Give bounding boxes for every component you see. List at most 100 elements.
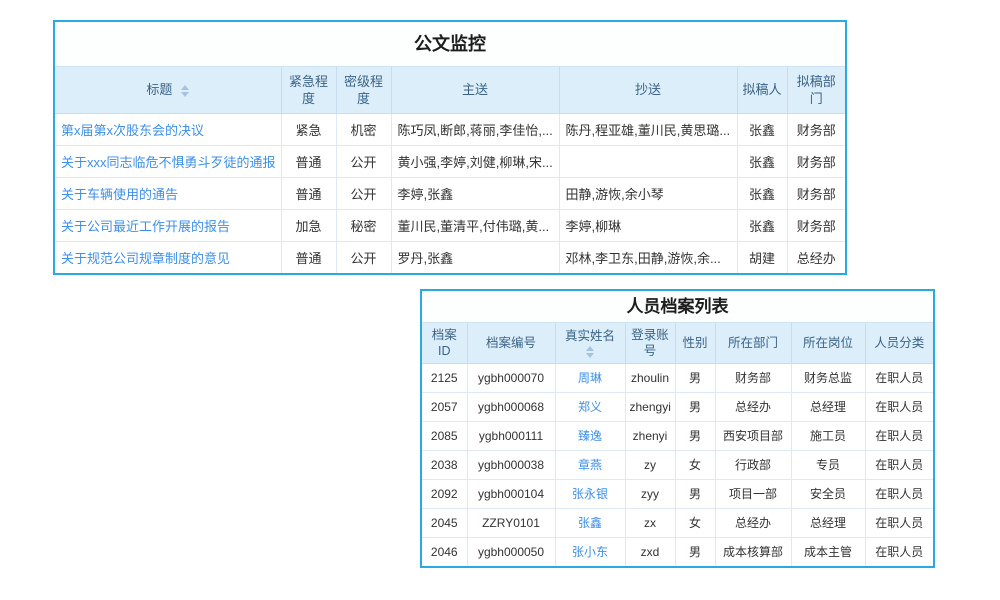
urgency-cell: 普通: [281, 145, 336, 177]
col-header-main-to: 主送: [391, 67, 559, 113]
drafter-cell: 张鑫: [737, 113, 787, 145]
post-cell: 总经理: [791, 392, 865, 421]
table-row: 关于车辆使用的通告 普通 公开 李婷,张鑫 田静,游恢,余小琴 张鑫 财务部: [55, 177, 845, 209]
name-cell: 张鑫: [555, 508, 625, 537]
col-header-draft-dept: 拟稿部门: [787, 67, 845, 113]
draft-dept-cell: 财务部: [787, 113, 845, 145]
secrecy-cell: 公开: [336, 177, 391, 209]
category-cell: 在职人员: [865, 479, 933, 508]
person-name-link[interactable]: 臻逸: [578, 429, 602, 443]
account-cell: zhenyi: [625, 421, 675, 450]
draft-dept-cell: 财务部: [787, 177, 845, 209]
col-header-post: 所在岗位: [791, 323, 865, 363]
sort-icon[interactable]: [181, 85, 189, 97]
category-cell: 在职人员: [865, 450, 933, 479]
main-to-cell: 董川民,董清平,付伟璐,黄...: [391, 209, 559, 241]
secrecy-cell: 公开: [336, 145, 391, 177]
dept-cell: 西安项目部: [715, 421, 791, 450]
doc-title-link[interactable]: 关于公司最近工作开展的报告: [61, 219, 230, 234]
account-cell: zx: [625, 508, 675, 537]
col-header-archive-id: 档案ID: [422, 323, 467, 363]
col-header-cc: 抄送: [559, 67, 737, 113]
person-name-link[interactable]: 章燕: [578, 458, 602, 472]
gender-cell: 女: [675, 450, 715, 479]
sort-icon[interactable]: [560, 346, 621, 358]
person-name-link[interactable]: 张鑫: [578, 516, 602, 530]
col-header-secrecy: 密级程度: [336, 67, 391, 113]
table-row: 2092 ygbh000104 张永银 zyy 男 项目一部 安全员 在职人员: [422, 479, 933, 508]
col-header-title[interactable]: 标题: [55, 67, 281, 113]
name-cell: 张永银: [555, 479, 625, 508]
col-header-drafter: 拟稿人: [737, 67, 787, 113]
doc-title-cell: 第x届第x次股东会的决议: [55, 113, 281, 145]
main-to-cell: 黄小强,李婷,刘健,柳琳,宋...: [391, 145, 559, 177]
category-cell: 在职人员: [865, 363, 933, 392]
doc-title-link[interactable]: 关于车辆使用的通告: [61, 187, 178, 202]
account-cell: zxd: [625, 537, 675, 566]
person-name-link[interactable]: 周琳: [578, 371, 602, 385]
table-row: 2057 ygbh000068 郑义 zhengyi 男 总经办 总经理 在职人…: [422, 392, 933, 421]
urgency-cell: 紧急: [281, 113, 336, 145]
col-header-real-name[interactable]: 真实姓名: [555, 323, 625, 363]
doc-title-link[interactable]: 关于规范公司规章制度的意见: [61, 251, 230, 266]
dept-cell: 财务部: [715, 363, 791, 392]
archive-id-cell: 2085: [422, 421, 467, 450]
doc-title-cell: 关于xxx同志临危不惧勇斗歹徒的通报: [55, 145, 281, 177]
archive-id-cell: 2057: [422, 392, 467, 421]
person-name-link[interactable]: 张小东: [572, 545, 608, 559]
archive-code-cell: ygbh000111: [467, 421, 555, 450]
cc-cell: 李婷,柳琳: [559, 209, 737, 241]
doc-title-cell: 关于公司最近工作开展的报告: [55, 209, 281, 241]
category-cell: 在职人员: [865, 421, 933, 450]
cc-cell: 田静,游恢,余小琴: [559, 177, 737, 209]
archive-code-cell: ygbh000068: [467, 392, 555, 421]
table-row: 第x届第x次股东会的决议 紧急 机密 陈巧凤,断郎,蒋丽,李佳怡,... 陈丹,…: [55, 113, 845, 145]
col-header-dept: 所在部门: [715, 323, 791, 363]
col-header-category: 人员分类: [865, 323, 933, 363]
person-name-link[interactable]: 张永银: [572, 487, 608, 501]
dept-cell: 总经办: [715, 392, 791, 421]
archive-code-cell: ygbh000038: [467, 450, 555, 479]
account-cell: zy: [625, 450, 675, 479]
secrecy-cell: 秘密: [336, 209, 391, 241]
doc-title-link[interactable]: 关于xxx同志临危不惧勇斗歹徒的通报: [61, 155, 276, 170]
personnel-header-row: 档案ID 档案编号 真实姓名 登录账号 性别 所在部门 所在岗位 人员分类: [422, 323, 933, 363]
archive-id-cell: 2092: [422, 479, 467, 508]
drafter-cell: 张鑫: [737, 209, 787, 241]
col-header-gender: 性别: [675, 323, 715, 363]
archive-id-cell: 2125: [422, 363, 467, 392]
personnel-archive-table: 档案ID 档案编号 真实姓名 登录账号 性别 所在部门 所在岗位 人员分类 21…: [422, 323, 933, 566]
urgency-cell: 加急: [281, 209, 336, 241]
cc-cell: 陈丹,程亚雄,董川民,黄思璐...: [559, 113, 737, 145]
post-cell: 安全员: [791, 479, 865, 508]
account-cell: zyy: [625, 479, 675, 508]
table-row: 2125 ygbh000070 周琳 zhoulin 男 财务部 财务总监 在职…: [422, 363, 933, 392]
doc-monitor-title: 公文监控: [55, 22, 845, 67]
draft-dept-cell: 总经办: [787, 241, 845, 273]
doc-title-cell: 关于规范公司规章制度的意见: [55, 241, 281, 273]
person-name-link[interactable]: 郑义: [578, 400, 602, 414]
dept-cell: 成本核算部: [715, 537, 791, 566]
doc-title-link[interactable]: 第x届第x次股东会的决议: [61, 123, 204, 138]
main-to-cell: 李婷,张鑫: [391, 177, 559, 209]
gender-cell: 男: [675, 421, 715, 450]
doc-title-cell: 关于车辆使用的通告: [55, 177, 281, 209]
secrecy-cell: 公开: [336, 241, 391, 273]
draft-dept-cell: 财务部: [787, 209, 845, 241]
archive-id-cell: 2045: [422, 508, 467, 537]
dept-cell: 行政部: [715, 450, 791, 479]
post-cell: 施工员: [791, 421, 865, 450]
gender-cell: 男: [675, 537, 715, 566]
urgency-cell: 普通: [281, 177, 336, 209]
col-header-urgency: 紧急程度: [281, 67, 336, 113]
table-row: 2085 ygbh000111 臻逸 zhenyi 男 西安项目部 施工员 在职…: [422, 421, 933, 450]
gender-cell: 男: [675, 479, 715, 508]
drafter-cell: 张鑫: [737, 145, 787, 177]
personnel-archive-title: 人员档案列表: [422, 291, 933, 323]
col-header-account: 登录账号: [625, 323, 675, 363]
account-cell: zhoulin: [625, 363, 675, 392]
name-cell: 臻逸: [555, 421, 625, 450]
dept-cell: 项目一部: [715, 479, 791, 508]
col-header-archive-code: 档案编号: [467, 323, 555, 363]
table-row: 关于公司最近工作开展的报告 加急 秘密 董川民,董清平,付伟璐,黄... 李婷,…: [55, 209, 845, 241]
